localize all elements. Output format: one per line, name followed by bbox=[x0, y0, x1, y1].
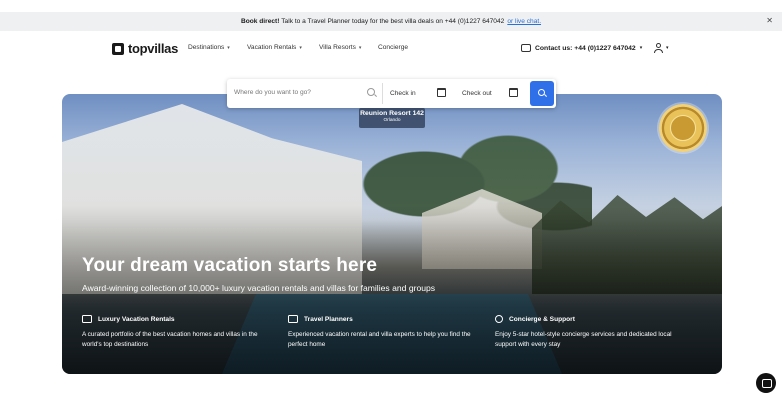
nav-vacation-rentals-label: Vacation Rentals bbox=[247, 44, 297, 51]
live-chat-link[interactable]: or live chat. bbox=[507, 18, 541, 25]
close-icon[interactable]: ✕ bbox=[766, 16, 773, 25]
resort-location: Orlando bbox=[383, 118, 401, 123]
feature-text: A curated portfolio of the best vacation… bbox=[82, 331, 258, 348]
promo-banner: Book direct! Talk to a Travel Planner to… bbox=[0, 12, 782, 31]
sofa-icon bbox=[82, 315, 92, 323]
chevron-down-icon: ▾ bbox=[358, 44, 362, 51]
chevron-down-icon: ▾ bbox=[639, 45, 643, 51]
hero-subtitle: Award-winning collection of 10,000+ luxu… bbox=[82, 283, 436, 293]
plane-map-icon bbox=[288, 315, 298, 323]
nav-destinations[interactable]: Destinations ▾ bbox=[188, 44, 230, 51]
banner-bold: Book direct! bbox=[240, 18, 280, 25]
chevron-down-icon: ▾ bbox=[227, 44, 230, 51]
search-icon bbox=[367, 88, 375, 96]
feature-text: Experienced vacation rental and villa ex… bbox=[288, 331, 471, 348]
calendar-icon[interactable] bbox=[437, 88, 446, 97]
feature-travel-planners: Travel Planners Experienced vacation ren… bbox=[288, 315, 478, 350]
feature-title: Luxury Vacation Rentals bbox=[98, 315, 175, 323]
nav-vacation-rentals[interactable]: Vacation Rentals ▾ bbox=[247, 44, 302, 51]
nav-concierge[interactable]: Concierge bbox=[378, 44, 408, 51]
banner-text: Talk to a Travel Planner today for the b… bbox=[281, 18, 505, 25]
main-nav: topvillas Destinations ▾ Vacation Rentals… bbox=[0, 31, 782, 65]
user-icon bbox=[654, 43, 663, 53]
destination-input[interactable]: Where do you want to go? bbox=[234, 89, 311, 96]
hero-section: Your dream vacation starts here Award-wi… bbox=[62, 94, 722, 374]
search-bar: Where do you want to go? Check in Check … bbox=[227, 79, 556, 108]
feature-text: Enjoy 5-star hotel-style concierge servi… bbox=[495, 331, 672, 348]
search-button[interactable] bbox=[530, 81, 554, 106]
nav-villa-resorts-label: Villa Resorts bbox=[319, 44, 356, 51]
calendar-icon[interactable] bbox=[509, 88, 518, 97]
search-icon bbox=[538, 89, 545, 96]
check-out-field[interactable]: Check out bbox=[462, 90, 492, 97]
photo-location-tag: Reunion Resort 142 Orlando bbox=[359, 108, 425, 128]
hero-title: Your dream vacation starts here bbox=[82, 255, 378, 276]
nav-destinations-label: Destinations bbox=[188, 44, 225, 51]
feature-concierge: Concierge & Support Enjoy 5-star hotel-s… bbox=[495, 315, 685, 350]
chevron-down-icon: ▾ bbox=[299, 44, 302, 51]
check-circle-icon bbox=[495, 315, 503, 323]
contact-label: Contact us: +44 (0)1227 647042 bbox=[535, 44, 636, 52]
nav-concierge-label: Concierge bbox=[378, 44, 409, 51]
chat-bubble-icon bbox=[521, 44, 531, 52]
contact-menu[interactable]: Contact us: +44 (0)1227 647042 ▾ bbox=[521, 44, 642, 52]
resort-name: Reunion Resort 142 bbox=[360, 110, 424, 117]
divider bbox=[382, 83, 383, 104]
feature-title: Travel Planners bbox=[304, 315, 353, 323]
logo[interactable]: topvillas bbox=[112, 41, 178, 56]
nav-villa-resorts[interactable]: Villa Resorts ▾ bbox=[319, 44, 361, 51]
account-menu[interactable]: ▾ bbox=[654, 43, 669, 53]
logo-mark-icon bbox=[112, 42, 124, 55]
chevron-down-icon: ▾ bbox=[666, 45, 669, 51]
check-in-field[interactable]: Check in bbox=[390, 90, 416, 97]
feature-luxury-rentals: Luxury Vacation Rentals A curated portfo… bbox=[82, 315, 272, 350]
brand-name: topvillas bbox=[128, 41, 179, 56]
feature-title: Concierge & Support bbox=[509, 315, 575, 323]
award-badge-icon bbox=[659, 104, 707, 152]
chat-widget-icon[interactable] bbox=[756, 373, 776, 393]
